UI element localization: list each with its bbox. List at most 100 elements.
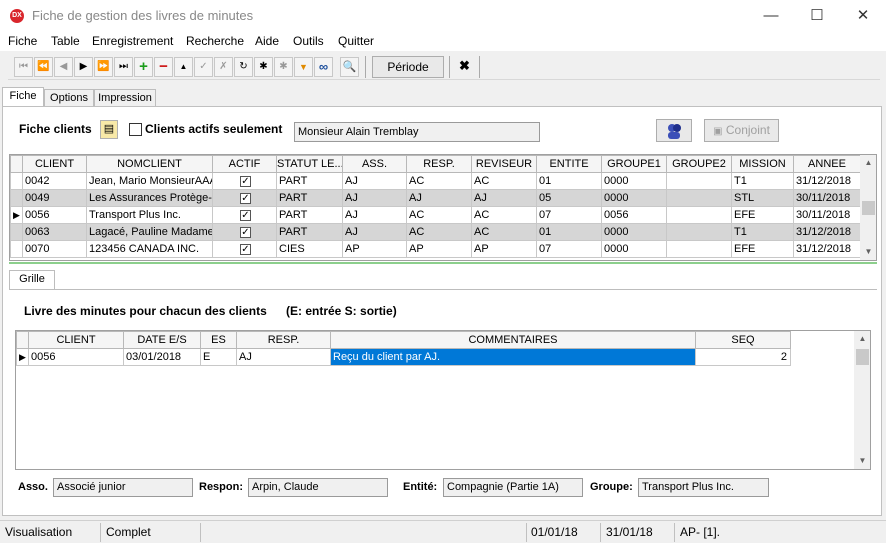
col-date-es[interactable]: DATE E/S: [123, 331, 201, 349]
splitter[interactable]: [9, 262, 877, 264]
cell-nomclient[interactable]: Les Assurances Protège-T: [86, 189, 213, 207]
col-reviseur[interactable]: REVISEUR: [471, 155, 537, 173]
cell-mission[interactable]: STL: [731, 189, 794, 207]
prev-page-icon[interactable]: ⏪: [34, 57, 53, 77]
close-button[interactable]: ✕: [840, 0, 886, 31]
prev-record-icon[interactable]: ◀: [54, 57, 73, 77]
cell-nomclient[interactable]: Lagacé, Pauline Madame: [86, 223, 213, 241]
tab-fiche[interactable]: Fiche: [2, 87, 44, 107]
cell-groupe2[interactable]: [666, 206, 732, 224]
cell-annee[interactable]: 30/11/2018: [793, 206, 861, 224]
clients-scrollbar[interactable]: ▲ ▼: [860, 155, 876, 260]
entite-field[interactable]: Compagnie (Partie 1A): [443, 478, 583, 497]
table-row[interactable]: 0042 Jean, Mario MonsieurAAA ✓ PART AJ A…: [10, 172, 861, 190]
search-icon[interactable]: 🔍: [340, 57, 359, 77]
tab-grille[interactable]: Grille: [9, 270, 55, 290]
cell-actif[interactable]: ✓: [212, 189, 277, 207]
cell-actif[interactable]: ✓: [212, 206, 277, 224]
cell-client[interactable]: 0056: [28, 348, 124, 366]
cell-date-es[interactable]: 03/01/2018: [123, 348, 201, 366]
menu-outils[interactable]: Outils: [293, 34, 324, 48]
col-client[interactable]: CLIENT: [28, 331, 124, 349]
cell-nomclient[interactable]: Transport Plus Inc.: [86, 206, 213, 224]
cell-annee[interactable]: 31/12/2018: [793, 172, 861, 190]
cell-resp[interactable]: AJ: [236, 348, 331, 366]
cell-groupe2[interactable]: [666, 172, 732, 190]
cell-statut[interactable]: PART: [276, 223, 343, 241]
cell-mission[interactable]: T1: [731, 223, 794, 241]
asterisk-icon[interactable]: ✱: [254, 57, 273, 77]
scroll-up-icon[interactable]: ▲: [854, 331, 870, 347]
scroll-up-icon[interactable]: ▲: [860, 155, 876, 171]
menu-fiche[interactable]: Fiche: [8, 34, 37, 48]
cell-seq[interactable]: 2: [695, 348, 791, 366]
col-seq[interactable]: SEQ: [695, 331, 791, 349]
cell-reviseur[interactable]: AP: [471, 240, 537, 258]
cell-resp[interactable]: AJ: [406, 189, 472, 207]
cell-annee[interactable]: 31/12/2018: [793, 223, 861, 241]
cell-statut[interactable]: PART: [276, 189, 343, 207]
cell-resp[interactable]: AC: [406, 223, 472, 241]
binoculars-icon[interactable]: ∞: [314, 57, 333, 77]
cell-entite[interactable]: 01: [536, 223, 602, 241]
cell-resp[interactable]: AC: [406, 172, 472, 190]
asso-field[interactable]: Associé junior: [53, 478, 193, 497]
col-commentaires[interactable]: COMMENTAIRES: [330, 331, 696, 349]
users-button[interactable]: [656, 119, 692, 142]
delete-icon[interactable]: −: [154, 57, 173, 77]
filter-icon[interactable]: ▼: [294, 57, 313, 77]
actif-checkbox[interactable]: ✓: [240, 192, 251, 204]
cell-es[interactable]: E: [200, 348, 237, 366]
add-icon[interactable]: +: [134, 57, 153, 77]
periode-button[interactable]: Période: [372, 56, 444, 78]
col-entite[interactable]: ENTITE: [536, 155, 602, 173]
actif-checkbox[interactable]: ✓: [240, 226, 251, 238]
cell-nomclient[interactable]: 123456 CANADA INC.: [86, 240, 213, 258]
cell-actif[interactable]: ✓: [212, 240, 277, 258]
cell-annee[interactable]: 31/12/2018: [793, 240, 861, 258]
cell-ass[interactable]: AP: [342, 240, 407, 258]
actif-checkbox[interactable]: ✓: [240, 243, 251, 255]
cell-groupe1[interactable]: 0000: [601, 189, 667, 207]
cell-statut[interactable]: PART: [276, 172, 343, 190]
col-resp[interactable]: RESP.: [236, 331, 331, 349]
cell-client[interactable]: 0056: [22, 206, 87, 224]
cell-client[interactable]: 0049: [22, 189, 87, 207]
scroll-thumb[interactable]: [856, 349, 869, 365]
cell-groupe1[interactable]: 0000: [601, 240, 667, 258]
cell-groupe1[interactable]: 0056: [601, 206, 667, 224]
cell-statut[interactable]: PART: [276, 206, 343, 224]
menu-enregistrement[interactable]: Enregistrement: [92, 34, 173, 48]
cell-client[interactable]: 0070: [22, 240, 87, 258]
cell-ass[interactable]: AJ: [342, 206, 407, 224]
cell-mission[interactable]: T1: [731, 172, 794, 190]
table-row[interactable]: ▶ 0056 03/01/2018 E AJ Reçu du client pa…: [16, 348, 791, 366]
cell-mission[interactable]: EFE: [731, 240, 794, 258]
cell-reviseur[interactable]: AC: [471, 172, 537, 190]
col-annee[interactable]: ANNEE: [793, 155, 861, 173]
col-groupe2[interactable]: GROUPE2: [666, 155, 732, 173]
table-row[interactable]: ▶ 0056 Transport Plus Inc. ✓ PART AJ AC …: [10, 206, 861, 224]
cancel-icon[interactable]: ✗: [214, 57, 233, 77]
actifs-checkbox[interactable]: [129, 123, 142, 136]
table-row[interactable]: 0063 Lagacé, Pauline Madame ✓ PART AJ AC…: [10, 223, 861, 241]
cell-client[interactable]: 0063: [22, 223, 87, 241]
minimize-button[interactable]: —: [748, 0, 794, 31]
respon-field[interactable]: Arpin, Claude: [248, 478, 388, 497]
cell-groupe2[interactable]: [666, 189, 732, 207]
exit-icon[interactable]: ✖: [455, 57, 474, 77]
scroll-thumb[interactable]: [862, 201, 875, 215]
first-record-icon[interactable]: ⏮: [14, 57, 33, 77]
refresh-icon[interactable]: ↻: [234, 57, 253, 77]
col-statut[interactable]: STATUT LE...: [276, 155, 343, 173]
menu-aide[interactable]: Aide: [255, 34, 279, 48]
groupe-field[interactable]: Transport Plus Inc.: [638, 478, 769, 497]
cell-groupe2[interactable]: [666, 240, 732, 258]
cell-ass[interactable]: AJ: [342, 172, 407, 190]
cell-client[interactable]: 0042: [22, 172, 87, 190]
cell-ass[interactable]: AJ: [342, 223, 407, 241]
cell-mission[interactable]: EFE: [731, 206, 794, 224]
cell-statut[interactable]: CIES: [276, 240, 343, 258]
minutes-scrollbar[interactable]: ▲ ▼: [854, 331, 870, 469]
col-resp[interactable]: RESP.: [406, 155, 472, 173]
